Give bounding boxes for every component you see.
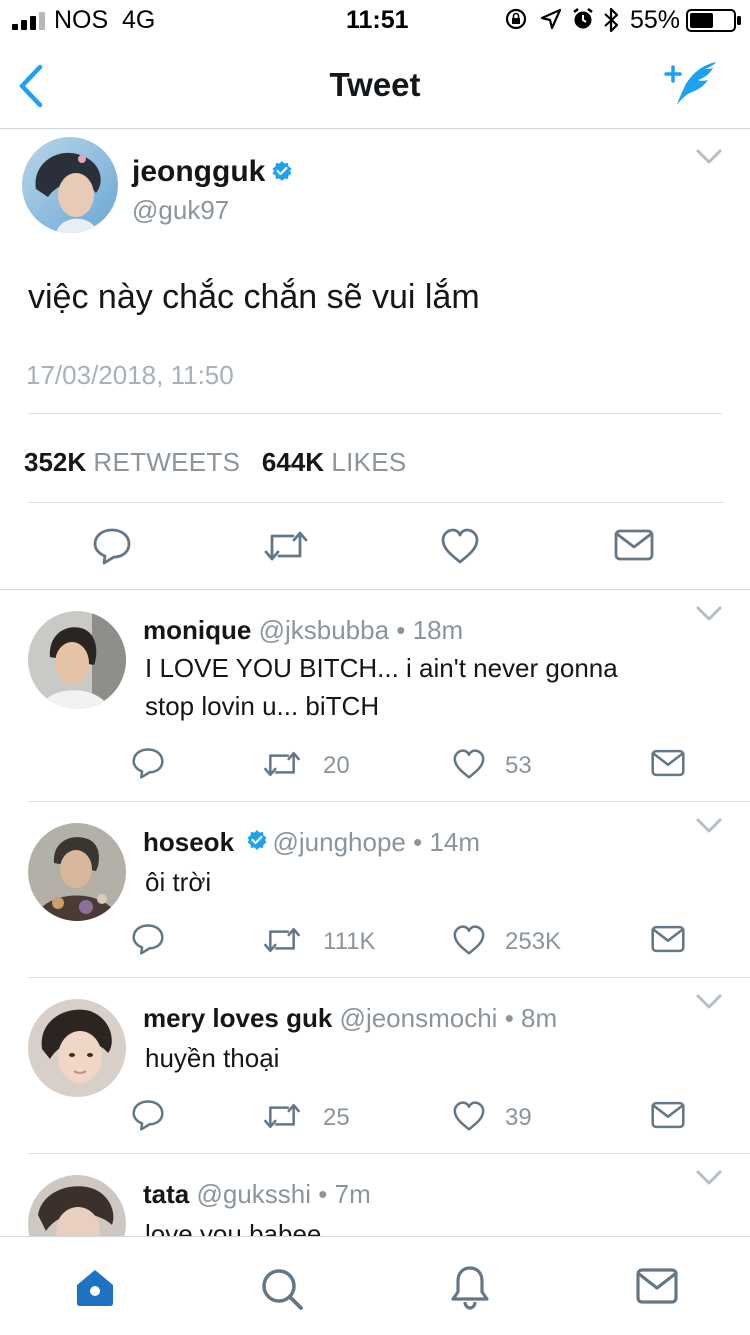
retweet-icon[interactable]	[262, 1101, 302, 1131]
reply-time: 7m	[334, 1179, 371, 1209]
reply-time: 14m	[429, 827, 481, 857]
reply-time: 18m	[412, 615, 464, 645]
avatar-photo	[28, 1175, 126, 1236]
reply-author-name[interactable]: tata	[143, 1179, 189, 1209]
avatar-photo	[28, 611, 126, 709]
separator: •	[396, 615, 406, 645]
bluetooth-icon	[604, 7, 619, 33]
reply-tweet[interactable]: mery loves guk @jeonsmochi • 8m huyền th…	[0, 978, 750, 1153]
alarm-clock-icon	[573, 8, 593, 29]
direct-message-envelope-icon[interactable]	[651, 749, 685, 777]
avatar-photo	[22, 137, 118, 233]
direct-message-envelope-icon[interactable]	[651, 1101, 685, 1129]
divider	[28, 502, 724, 503]
reply-icon[interactable]	[92, 527, 132, 565]
reply-header: tata @guksshi • 7m	[143, 1179, 371, 1210]
separator: •	[504, 1003, 514, 1033]
reply-text: ôi trời	[145, 867, 212, 897]
page-title: Tweet	[329, 66, 421, 103]
reply-icon[interactable]	[131, 923, 165, 955]
reply-tweet[interactable]: tata @guksshi • 7m love you babee	[0, 1154, 750, 1236]
status-bar: NOS 4G 11:51 55%	[0, 0, 750, 40]
main-tweet-avatar[interactable]	[22, 137, 118, 233]
tweet-timestamp: 17/03/2018, 11:50	[26, 360, 234, 390]
carrier-label: NOS	[54, 6, 109, 34]
reply-tweet[interactable]: monique @jksbubba • 18m I LOVE YOU BITCH…	[0, 590, 750, 801]
author-name[interactable]: jeongguk	[132, 155, 265, 189]
search-icon[interactable]	[260, 1267, 304, 1311]
like-heart-icon[interactable]	[452, 925, 486, 955]
like-heart-icon[interactable]	[440, 528, 480, 564]
battery-icon	[686, 9, 741, 32]
retweet-count: 111K	[323, 928, 376, 955]
retweets-label: RETWEETS	[93, 447, 241, 477]
tweet-options-chevron-icon[interactable]	[696, 149, 722, 165]
reply-avatar[interactable]	[28, 999, 126, 1097]
reply-author-handle[interactable]: @guksshi	[196, 1179, 311, 1209]
reply-author-name[interactable]: hoseok	[143, 827, 234, 857]
reply-author-handle[interactable]: @junghope	[273, 827, 406, 857]
reply-text: I LOVE YOU BITCH... i ain't never gonna …	[145, 649, 705, 725]
reply-icon[interactable]	[131, 747, 165, 779]
reply-avatar[interactable]	[28, 823, 126, 921]
avatar-photo	[28, 823, 126, 921]
direct-message-envelope-icon[interactable]	[614, 529, 654, 561]
location-arrow-icon	[540, 8, 562, 30]
retweet-icon[interactable]	[262, 749, 302, 779]
separator: •	[318, 1179, 328, 1209]
tweet-text: việc này chắc chắn sẽ vui lắm	[28, 278, 480, 316]
signal-strength-icon	[12, 12, 45, 30]
navigation-bar: Tweet	[0, 40, 750, 129]
author-handle[interactable]: @guk97	[132, 195, 229, 226]
likes-label: LIKES	[331, 447, 407, 477]
reply-header: monique @jksbubba • 18m	[143, 615, 463, 646]
like-count: 39	[505, 1104, 532, 1131]
reply-author-handle[interactable]: @jeonsmochi	[340, 1003, 498, 1033]
reply-tweet[interactable]: hoseok @junghope • 14m ôi trời 111K 253K	[0, 802, 750, 977]
reply-text: love you babee	[145, 1219, 322, 1236]
tweet-options-chevron-icon[interactable]	[696, 994, 722, 1010]
bottom-tab-bar	[0, 1236, 750, 1335]
reply-icon[interactable]	[131, 1099, 165, 1131]
reply-text: huyền thoại	[145, 1043, 280, 1073]
reply-author-name[interactable]: mery loves guk	[143, 1003, 332, 1033]
divider	[28, 413, 722, 414]
reply-header: hoseok @junghope • 14m	[143, 827, 480, 858]
tweet-options-chevron-icon[interactable]	[696, 606, 722, 622]
likes-count: 644K	[261, 447, 325, 477]
reply-text-line: stop lovin u... biTCH	[145, 691, 380, 721]
retweet-count: 20	[323, 752, 350, 779]
separator: •	[413, 827, 423, 857]
orientation-lock-icon	[505, 8, 527, 30]
reply-text-line: I LOVE YOU BITCH... i ain't never gonna	[145, 653, 618, 683]
clock: 11:51	[346, 6, 409, 34]
compose-feather-icon[interactable]	[660, 58, 722, 108]
notifications-bell-icon[interactable]	[450, 1264, 490, 1310]
verified-badge-icon	[272, 161, 292, 181]
retweet-icon[interactable]	[263, 528, 309, 564]
retweets-count: 352K	[24, 447, 87, 477]
like-count: 253K	[505, 928, 562, 955]
direct-message-envelope-icon[interactable]	[651, 925, 685, 953]
retweet-icon[interactable]	[262, 925, 302, 955]
messages-envelope-icon[interactable]	[636, 1268, 678, 1304]
like-heart-icon[interactable]	[452, 1101, 486, 1131]
tweet-options-chevron-icon[interactable]	[696, 1170, 722, 1186]
avatar-photo	[28, 999, 126, 1097]
network-label: 4G	[122, 6, 156, 34]
reply-time: 8m	[521, 1003, 558, 1033]
reply-author-handle[interactable]: @jksbubba	[259, 615, 389, 645]
tweet-options-chevron-icon[interactable]	[696, 818, 722, 834]
like-count: 53	[505, 752, 532, 779]
verified-badge-icon	[247, 830, 267, 850]
reply-avatar[interactable]	[28, 611, 126, 709]
reply-avatar[interactable]	[28, 1175, 126, 1236]
battery-percent: 55%	[630, 6, 681, 34]
engagement-counts[interactable]: 352K RETWEETS 644K LIKES	[24, 447, 407, 478]
home-icon[interactable]	[73, 1267, 117, 1307]
reply-author-name[interactable]: monique	[143, 615, 251, 645]
retweet-count: 25	[323, 1104, 350, 1131]
reply-header: mery loves guk @jeonsmochi • 8m	[143, 1003, 557, 1034]
like-heart-icon[interactable]	[452, 749, 486, 779]
